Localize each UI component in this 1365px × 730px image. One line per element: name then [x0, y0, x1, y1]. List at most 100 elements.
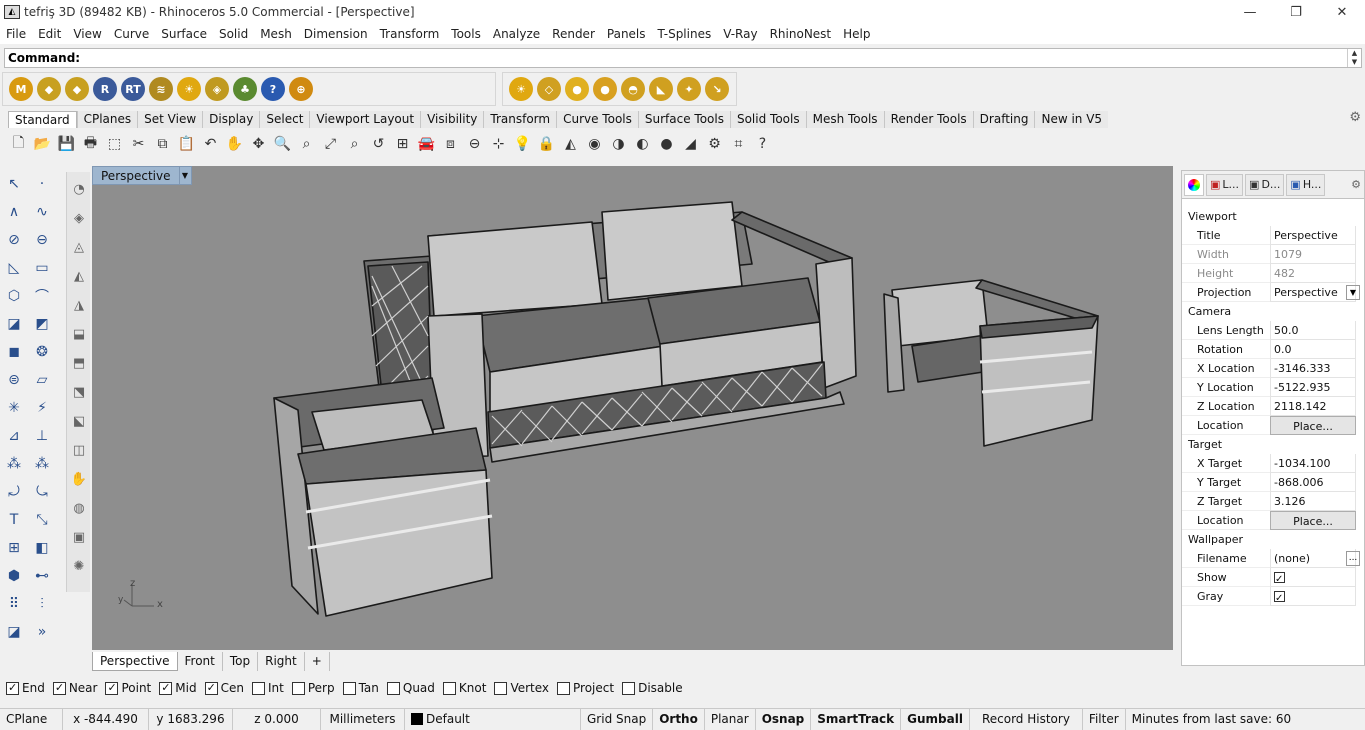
rectangle-icon[interactable]: ▭ — [30, 256, 54, 280]
planar-toggle[interactable]: Planar — [705, 708, 756, 730]
light-plane-icon[interactable]: ◇ — [537, 77, 561, 101]
perspective-viewport[interactable]: Perspective ▼ z x y — [92, 166, 1173, 650]
grid-array-icon[interactable]: ⠿ — [2, 592, 26, 616]
filter-toggle[interactable]: Filter — [1083, 708, 1126, 730]
copy-icon[interactable]: ⧉ — [152, 134, 173, 155]
pan-hand-icon[interactable]: ✋ — [224, 134, 245, 155]
menu-panels[interactable]: Panels — [601, 27, 652, 41]
import-icon[interactable]: ⬚ — [104, 134, 125, 155]
point-icon[interactable]: · — [30, 172, 54, 196]
zoom-selected-icon[interactable]: ⌕ — [344, 134, 365, 155]
paste-icon[interactable]: 📋 — [176, 134, 197, 155]
tab-curve-tools[interactable]: Curve Tools — [556, 111, 638, 128]
gray-checkbox[interactable] — [1274, 589, 1285, 608]
menu-analyze[interactable]: Analyze — [487, 27, 546, 41]
direct-light-icon[interactable]: ↘ — [705, 77, 729, 101]
extrude-icon[interactable]: ▱ — [30, 368, 54, 392]
osnap-near[interactable]: Near — [52, 681, 97, 695]
undo-icon[interactable]: ↶ — [200, 134, 221, 155]
material-tag-icon[interactable]: ◆ — [37, 77, 61, 101]
tab-drafting[interactable]: Drafting — [972, 111, 1035, 128]
lens-field[interactable]: 50.0 — [1270, 321, 1356, 340]
zoom-window-icon[interactable]: ⌕ — [296, 134, 317, 155]
snap-icon[interactable]: ⊖ — [464, 134, 485, 155]
current-layer[interactable]: Default — [405, 708, 581, 730]
text-icon[interactable]: T — [2, 508, 26, 532]
arc-icon[interactable]: ◺ — [2, 256, 26, 280]
explode-icon[interactable]: ⬒ — [69, 352, 89, 374]
menu-rhinonest[interactable]: RhinoNest — [764, 27, 838, 41]
cage-icon[interactable]: ▣ — [69, 526, 89, 548]
osnap-perp-checkbox[interactable] — [291, 681, 305, 695]
sweep-icon[interactable]: ◈ — [69, 207, 89, 229]
bulb-icon[interactable]: 💡 — [512, 134, 533, 155]
hand-tool-icon[interactable]: ✋ — [69, 468, 89, 490]
panel-tab-layers-icon[interactable]: ▣ L... — [1206, 173, 1244, 196]
viewport-tab-top[interactable]: Top — [223, 651, 259, 671]
points-icon[interactable]: ⊹ — [488, 134, 509, 155]
osnap-end[interactable]: End — [6, 681, 45, 695]
menu-file[interactable]: File — [0, 27, 32, 41]
osnap-mid[interactable]: Mid — [159, 681, 197, 695]
osnap-knot-checkbox[interactable] — [442, 681, 456, 695]
sphere-tool-icon[interactable]: ◍ — [69, 497, 89, 519]
osnap-int-checkbox[interactable] — [251, 681, 265, 695]
panel-tab-properties-icon[interactable] — [1184, 173, 1204, 196]
car-icon[interactable]: 🚘 — [416, 134, 437, 155]
osnap-tan[interactable]: Tan — [342, 681, 379, 695]
cap-icon[interactable]: ⊥ — [30, 424, 54, 448]
tab-standard[interactable]: Standard — [8, 111, 77, 128]
block-icon[interactable]: ⬢ — [2, 564, 26, 588]
sun-icon[interactable]: ☀ — [509, 77, 533, 101]
tab-viewport-layout[interactable]: Viewport Layout — [309, 111, 421, 128]
render-icon[interactable]: R — [93, 77, 117, 101]
spot-light-icon[interactable]: ◣ — [649, 77, 673, 101]
rotate-view-icon[interactable]: ✥ — [248, 134, 269, 155]
close-button[interactable]: ✕ — [1319, 0, 1365, 24]
chamfer-icon[interactable]: ⬕ — [69, 410, 89, 432]
rendered-sphere-icon[interactable]: ◐ — [632, 134, 653, 155]
menu-curve[interactable]: Curve — [108, 27, 155, 41]
surface-icon[interactable]: ◪ — [2, 312, 26, 336]
tab-cplanes[interactable]: CPlanes — [76, 111, 138, 128]
tree-icon[interactable]: ♣ — [233, 77, 257, 101]
minimize-button[interactable]: — — [1227, 0, 1273, 24]
osnap-near-checkbox[interactable] — [52, 681, 66, 695]
panel-options-gear-icon[interactable]: ⚙ — [1348, 174, 1364, 196]
projection-select[interactable]: Perspective — [1270, 283, 1356, 302]
osnap-knot[interactable]: Knot — [442, 681, 486, 695]
y-target-field[interactable]: -868.006 — [1270, 473, 1356, 492]
group-icon[interactable]: ⁂ — [2, 452, 26, 476]
split-icon[interactable]: ⚡ — [30, 396, 54, 420]
light-icon[interactable]: ◢ — [680, 134, 701, 155]
color-wheel-icon[interactable]: ◉ — [584, 134, 605, 155]
tab-render-tools[interactable]: Render Tools — [883, 111, 973, 128]
record-history-toggle[interactable]: Record History — [970, 708, 1083, 730]
ellipse-icon[interactable]: ⊖ — [30, 228, 54, 252]
viewport-tab-perspective[interactable]: Perspective — [92, 651, 178, 671]
command-scroll-arrows[interactable]: ▲ ▼ — [1347, 49, 1361, 67]
panel-tab-help-panel-icon[interactable]: ▣ H... — [1286, 173, 1326, 196]
rhino-app-icon[interactable]: ◭ — [4, 5, 20, 19]
osnap-cen-checkbox[interactable] — [204, 681, 218, 695]
sun-icon[interactable]: ☀ — [177, 77, 201, 101]
menu-render[interactable]: Render — [546, 27, 601, 41]
snapshot-icon[interactable]: ⌗ — [728, 134, 749, 155]
smarttrack-toggle[interactable]: SmartTrack — [811, 708, 902, 730]
z-target-field[interactable]: 3.126 — [1270, 492, 1356, 511]
camera-place-button[interactable]: Place... — [1270, 416, 1356, 435]
units-label[interactable]: Millimeters — [321, 708, 405, 730]
layer-icon[interactable]: ◭ — [560, 134, 581, 155]
osnap-end-checkbox[interactable] — [6, 681, 19, 695]
open-icon[interactable]: 📂 — [32, 134, 53, 155]
menu-surface[interactable]: Surface — [155, 27, 213, 41]
circle-icon[interactable]: ⊘ — [2, 228, 26, 252]
x-location-field[interactable]: -3146.333 — [1270, 359, 1356, 378]
osnap-mid-checkbox[interactable] — [159, 681, 173, 695]
shaded-sphere-icon[interactable]: ◑ — [608, 134, 629, 155]
loft-icon[interactable]: ◩ — [30, 312, 54, 336]
curve-icon[interactable]: ∿ — [30, 200, 54, 224]
menu-v-ray[interactable]: V-Ray — [717, 27, 763, 41]
tab-display[interactable]: Display — [202, 111, 260, 128]
lights-icon[interactable]: ≋ — [149, 77, 173, 101]
